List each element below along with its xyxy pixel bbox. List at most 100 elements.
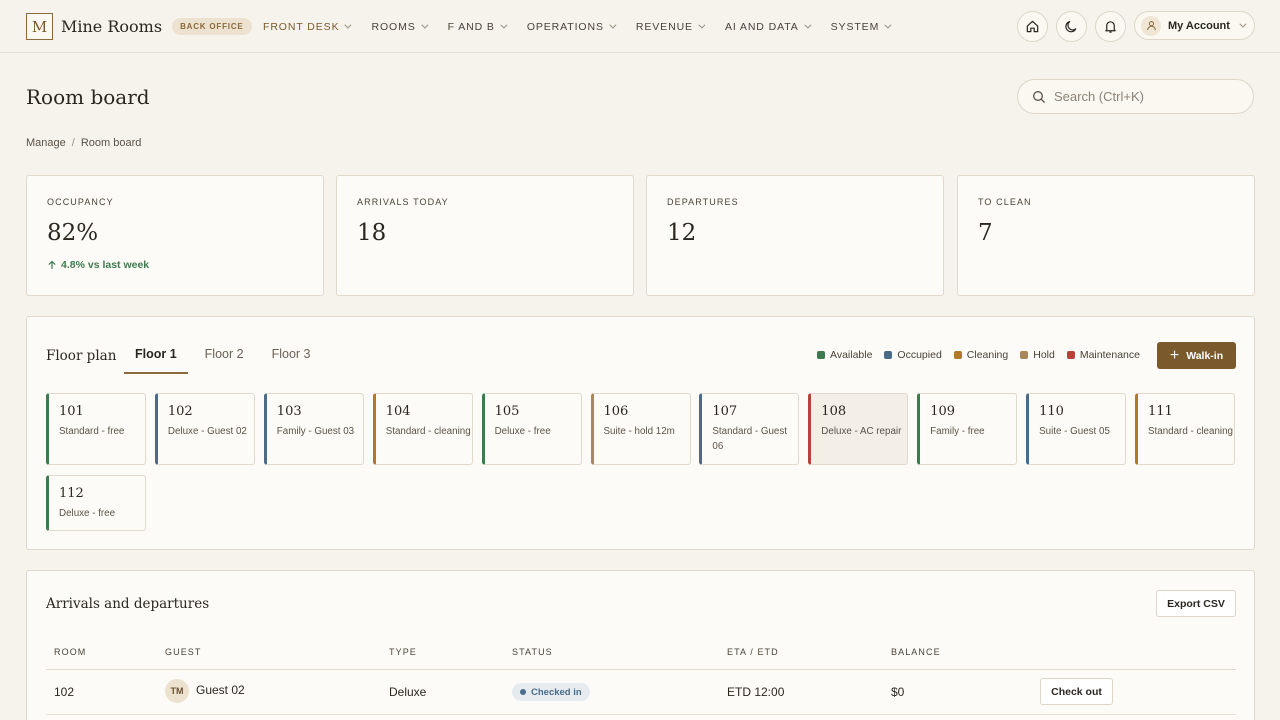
breadcrumb-separator: / bbox=[71, 137, 75, 149]
room-description: Standard - cleaning bbox=[385, 426, 471, 437]
trend-indicator: 4.8% vs last week bbox=[47, 259, 149, 271]
tab-floor-2[interactable]: Floor 2 bbox=[194, 341, 255, 374]
stat-label: OCCUPANCY bbox=[47, 197, 114, 207]
tab-floor-1[interactable]: Floor 1 bbox=[124, 341, 188, 374]
legend-cleaning: Cleaning bbox=[953, 349, 1009, 361]
floor-tabs: Floor 1 Floor 2 Floor 3 bbox=[124, 341, 327, 374]
brand[interactable]: M Mine Rooms BACK OFFICE bbox=[26, 13, 252, 40]
room-number: 105 bbox=[494, 404, 520, 419]
search-icon bbox=[1033, 90, 1045, 103]
room-number: 111 bbox=[1148, 404, 1173, 419]
room-tile-102[interactable]: 102 Deluxe - Guest 02 bbox=[154, 393, 255, 465]
room-number: 107 bbox=[712, 404, 738, 419]
legend-label: Cleaning bbox=[966, 349, 1009, 361]
legend-swatch bbox=[1066, 351, 1075, 359]
user-icon bbox=[1146, 21, 1156, 31]
nav-item-system[interactable]: SYSTEM bbox=[830, 20, 892, 33]
moon-icon bbox=[1065, 21, 1077, 33]
search-input[interactable] bbox=[1054, 89, 1234, 104]
home-button[interactable] bbox=[1017, 11, 1048, 42]
avatar bbox=[1141, 15, 1161, 36]
room-tile-108[interactable]: 108 Deluxe - AC repair bbox=[808, 393, 909, 465]
room-tile-107[interactable]: 107 Standard - Guest 06 bbox=[699, 393, 800, 465]
check-out-button[interactable]: Check out bbox=[1040, 678, 1113, 705]
guest-avatar: TM bbox=[165, 679, 189, 703]
legend-label: Occupied bbox=[897, 349, 942, 361]
legend-swatch bbox=[817, 351, 825, 359]
notifications-button[interactable] bbox=[1095, 11, 1126, 42]
nav-item-label: SYSTEM bbox=[830, 20, 880, 33]
column-header-type: TYPE bbox=[389, 647, 417, 657]
room-number: 104 bbox=[385, 404, 411, 419]
legend-label: Hold bbox=[1033, 349, 1055, 361]
stat-card-to-clean: TO CLEAN 7 bbox=[957, 175, 1255, 296]
cell-type: Deluxe bbox=[389, 685, 427, 699]
legend-occupied: Occupied bbox=[884, 349, 942, 361]
stat-label: ARRIVALS TODAY bbox=[357, 197, 449, 207]
chevron-down-icon bbox=[804, 21, 812, 29]
chevron-down-icon bbox=[884, 21, 892, 29]
nav-item-operations[interactable]: OPERATIONS bbox=[526, 20, 617, 33]
account-menu[interactable]: My Account bbox=[1134, 11, 1255, 40]
theme-toggle-button[interactable] bbox=[1056, 11, 1087, 42]
header-divider bbox=[46, 669, 1236, 670]
row-divider bbox=[46, 714, 1236, 715]
nav-item-label: OPERATIONS bbox=[526, 20, 604, 33]
search-box[interactable] bbox=[1017, 79, 1254, 114]
room-tile-103[interactable]: 103 Family - Guest 03 bbox=[263, 393, 364, 465]
nav-item-f-and-b[interactable]: F AND B bbox=[448, 21, 508, 33]
room-tile-101[interactable]: 101 Standard - free bbox=[46, 393, 146, 465]
chevron-down-icon bbox=[1239, 20, 1247, 28]
room-tile-106[interactable]: 106 Suite - hold 12m bbox=[590, 393, 691, 465]
trend-text: 4.8% vs last week bbox=[61, 259, 150, 271]
room-tile-105[interactable]: 105 Deluxe - free bbox=[481, 393, 582, 465]
nav-item-label: REVENUE bbox=[635, 20, 693, 33]
nav-item-ai-and-data[interactable]: AI AND DATA bbox=[724, 20, 812, 33]
room-tile-111[interactable]: 111 Standard - cleaning bbox=[1135, 393, 1235, 465]
stat-value: 7 bbox=[978, 220, 993, 246]
back-office-badge: BACK OFFICE bbox=[172, 18, 252, 35]
room-tile-109[interactable]: 109 Family - free bbox=[917, 393, 1018, 465]
column-header-room: ROOM bbox=[54, 647, 87, 657]
room-description: Deluxe - Guest 02 bbox=[167, 426, 247, 437]
stat-label: DEPARTURES bbox=[667, 197, 739, 207]
room-tile-112[interactable]: 112 Deluxe - free bbox=[46, 475, 146, 531]
column-header-eta-etd: ETA / ETD bbox=[727, 647, 779, 657]
nav-item-front-desk[interactable]: FRONT DESK bbox=[263, 21, 352, 33]
breadcrumb-manage[interactable]: Manage bbox=[26, 137, 66, 149]
status-badge: Checked in bbox=[512, 683, 590, 701]
legend-swatch bbox=[1020, 351, 1029, 359]
arrivals-card: Arrivals and departures Export CSV ROOM … bbox=[26, 570, 1255, 720]
stat-value: 18 bbox=[357, 220, 387, 246]
cell-room: 102 bbox=[54, 685, 75, 699]
room-description: Standard - Guest 06 bbox=[712, 426, 787, 452]
room-description: Suite - hold 12m bbox=[603, 426, 675, 437]
export-csv-button[interactable]: Export CSV bbox=[1156, 590, 1236, 617]
nav-item-revenue[interactable]: REVENUE bbox=[635, 20, 706, 33]
stat-card-departures: DEPARTURES 12 bbox=[646, 175, 944, 296]
cell-guest: Guest 02 bbox=[196, 683, 245, 697]
logo: M bbox=[26, 13, 53, 40]
nav-item-label: AI AND DATA bbox=[724, 20, 799, 33]
room-description: Suite - Guest 05 bbox=[1039, 426, 1110, 437]
cell-eta-etd: ETD 12:00 bbox=[727, 685, 785, 699]
room-tile-110[interactable]: 110 Suite - Guest 05 bbox=[1026, 393, 1127, 465]
chevron-down-icon bbox=[609, 21, 617, 29]
legend-label: Maintenance bbox=[1079, 349, 1140, 361]
legend-swatch bbox=[884, 351, 893, 359]
walk-in-button[interactable]: + Walk-in bbox=[1157, 342, 1236, 369]
column-header-status: STATUS bbox=[512, 647, 553, 657]
walk-in-label: Walk-in bbox=[1186, 349, 1224, 362]
room-description: Standard - free bbox=[59, 426, 125, 437]
tab-floor-3[interactable]: Floor 3 bbox=[261, 341, 322, 374]
room-description: Deluxe - AC repair bbox=[821, 426, 902, 437]
top-bar: M Mine Rooms BACK OFFICE FRONT DESK ROOMS… bbox=[0, 0, 1280, 53]
room-tile-104[interactable]: 104 Standard - cleaning bbox=[372, 393, 473, 465]
legend-maintenance: Maintenance bbox=[1066, 349, 1140, 361]
legend-label: Available bbox=[830, 349, 873, 361]
breadcrumb-current: Room board bbox=[80, 137, 142, 149]
room-number: 103 bbox=[276, 404, 302, 419]
room-description: Standard - cleaning bbox=[1148, 426, 1233, 437]
chevron-down-icon bbox=[500, 21, 508, 29]
nav-item-rooms[interactable]: ROOMS bbox=[371, 21, 429, 33]
